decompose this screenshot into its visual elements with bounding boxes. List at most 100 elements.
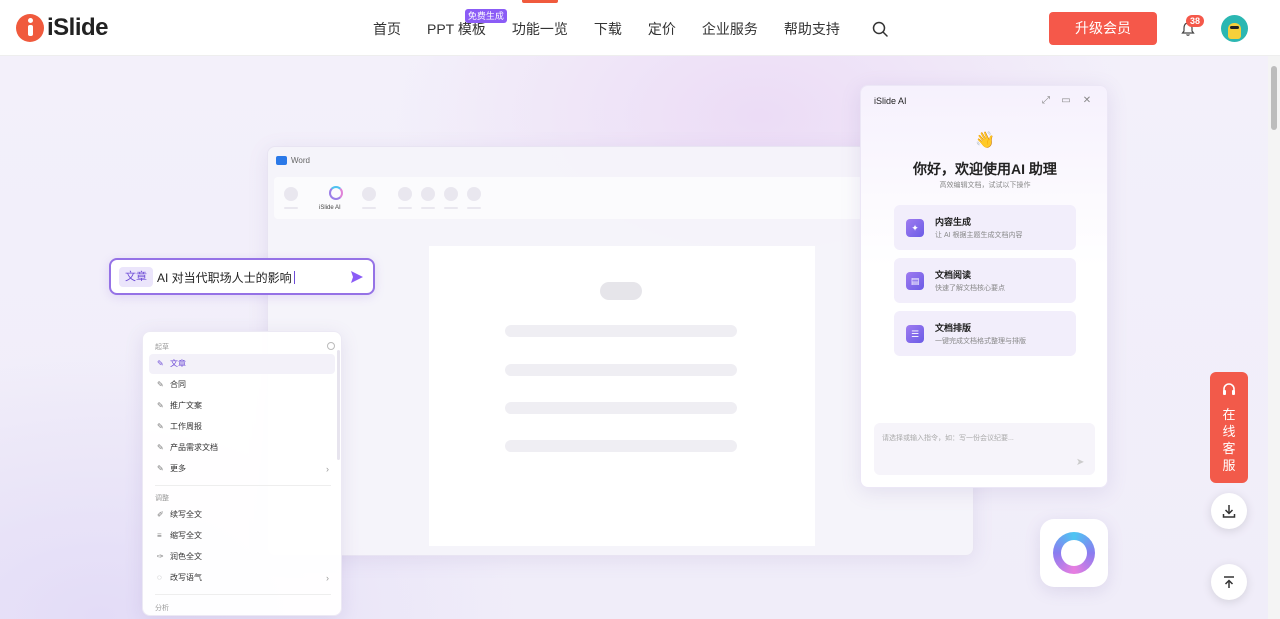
- menu-divider: [155, 594, 331, 595]
- logo[interactable]: iSlide: [16, 14, 109, 42]
- nav-download[interactable]: 下载: [581, 0, 635, 56]
- scrollbar-thumb[interactable]: [1271, 66, 1277, 130]
- document-read-icon: ▤: [906, 272, 924, 290]
- text-caret: [293, 271, 295, 284]
- send-icon[interactable]: [349, 269, 365, 285]
- ribbon-placeholder-label: [362, 207, 376, 209]
- menu-item-label: 改写语气: [170, 573, 202, 582]
- nav-download-label: 下载: [593, 21, 622, 37]
- menu-item-article[interactable]: ✎ 文章: [149, 354, 335, 374]
- menu-item-polish[interactable]: ✑ 润色全文: [149, 547, 335, 567]
- card-document-layout[interactable]: ☰ 文档排版 一键完成文档格式整理与排版: [894, 311, 1076, 356]
- nav-enterprise[interactable]: 企业服务: [689, 0, 771, 56]
- layout-icon: ☰: [906, 325, 924, 343]
- nav-enterprise-label: 企业服务: [701, 21, 758, 37]
- menu-item-promo-copy[interactable]: ✎ 推广文案: [149, 396, 335, 416]
- islide-ai-ribbon-icon[interactable]: [329, 186, 343, 200]
- page-text-placeholder: [505, 440, 737, 452]
- polish-icon: ✑: [157, 552, 164, 561]
- ribbon-placeholder-icon: [467, 187, 481, 201]
- arrow-up-icon: [1224, 576, 1234, 588]
- ribbon-placeholder-icon: [421, 187, 435, 201]
- ribbon-placeholder-label: [284, 207, 298, 209]
- upgrade-member-button[interactable]: 升级会员: [1049, 12, 1157, 45]
- menu-scrollbar[interactable]: [337, 350, 340, 460]
- chat-icon: ◌: [157, 573, 162, 582]
- pen-icon: ✎: [157, 401, 164, 410]
- nav-home[interactable]: 首页: [360, 0, 414, 56]
- pen-icon: ✎: [157, 359, 164, 368]
- nav-pricing-label: 定价: [647, 21, 676, 37]
- expand-icon[interactable]: ⤢: [1041, 96, 1051, 106]
- menu-item-more[interactable]: ✎ 更多 ›: [149, 459, 335, 479]
- nav-home-label: 首页: [373, 21, 401, 37]
- menu-item-prd[interactable]: ✎ 产品需求文档: [149, 438, 335, 458]
- ai-command-menu: 起草 ✎ 文章 ✎ 合同 ✎ 推广文案 ✎ 工作周报 ✎ 产品需求文档 ✎ 更多…: [142, 331, 342, 616]
- card-title: 文档排版: [935, 323, 972, 333]
- nav-ppt-templates-label: PPT 模板: [427, 21, 486, 37]
- card-title: 文档阅读: [935, 270, 972, 280]
- ai-greeting: 你好，欢迎使用AI 助理: [913, 161, 1057, 177]
- card-desc: 一键完成文档格式整理与排版: [935, 338, 1026, 345]
- card-content-generation[interactable]: ✦ 内容生成 让 AI 根据主题生成文档内容: [894, 205, 1076, 250]
- headset-icon: [1223, 383, 1235, 395]
- online-service-label: 在线客服: [1222, 407, 1236, 473]
- menu-item-contract[interactable]: ✎ 合同: [149, 375, 335, 395]
- menu-divider: [155, 485, 331, 486]
- menu-item-tone[interactable]: ◌ 改写语气 ›: [149, 568, 335, 588]
- ribbon-placeholder-icon: [444, 187, 458, 201]
- islide-ai-launcher[interactable]: [1040, 519, 1108, 587]
- scrollbar-track[interactable]: [1268, 56, 1280, 619]
- ribbon-placeholder-icon: [284, 187, 298, 201]
- sidebar-toggle-icon[interactable]: ▭: [1061, 96, 1071, 106]
- pen-icon: ✎: [157, 464, 164, 473]
- download-button[interactable]: [1211, 493, 1247, 529]
- edit-icon: ✐: [157, 510, 164, 519]
- menu-section-analyze: 分析: [155, 605, 169, 612]
- nav-features[interactable]: 功能一览: [499, 0, 581, 56]
- page-text-placeholder: [505, 402, 737, 414]
- prompt-type-tag[interactable]: 文章: [119, 267, 153, 287]
- menu-item-label: 更多: [170, 464, 186, 473]
- ribbon-placeholder-icon: [362, 187, 376, 201]
- user-avatar[interactable]: [1221, 15, 1248, 42]
- prompt-text-value: AI 对当代职场人士的影响: [157, 271, 292, 285]
- shorten-icon: ≡: [157, 531, 162, 540]
- nav-help[interactable]: 帮助支持: [771, 0, 853, 56]
- notification-badge: 38: [1186, 15, 1205, 27]
- online-service-button[interactable]: 在线客服: [1210, 372, 1248, 483]
- search-icon[interactable]: [872, 21, 888, 37]
- download-icon: [1222, 505, 1236, 518]
- card-desc: 快速了解文档核心要点: [935, 285, 1005, 292]
- card-desc: 让 AI 根据主题生成文档内容: [935, 232, 1023, 239]
- site-header: iSlide 首页 PPT 模板 免费生成 功能一览 下载 定价 企业服务 帮助…: [0, 0, 1280, 56]
- word-title: Word: [291, 156, 310, 165]
- menu-item-weekly-report[interactable]: ✎ 工作周报: [149, 417, 335, 437]
- ribbon-placeholder-label: [398, 207, 412, 209]
- menu-item-label: 推广文案: [170, 401, 202, 410]
- pen-icon: ✎: [157, 380, 164, 389]
- islide-ai-logo-icon: [1053, 532, 1095, 574]
- send-icon[interactable]: ➤: [1076, 457, 1084, 468]
- ribbon-placeholder-icon: [398, 187, 412, 201]
- menu-item-shorten[interactable]: ≡ 缩写全文: [149, 526, 335, 546]
- main-nav: 首页 PPT 模板 免费生成 功能一览 下载 定价 企业服务 帮助支持: [360, 0, 853, 56]
- page-text-placeholder: [505, 364, 737, 376]
- nav-ppt-templates[interactable]: PPT 模板 免费生成: [414, 0, 507, 56]
- islide-ai-ribbon-label: iSlide AI: [319, 205, 341, 211]
- close-icon[interactable]: ✕: [1082, 96, 1092, 106]
- back-to-top-button[interactable]: [1211, 564, 1247, 600]
- prompt-text[interactable]: AI 对当代职场人士的影响: [157, 269, 295, 286]
- ribbon-placeholder-label: [421, 207, 435, 209]
- ai-prompt-input[interactable]: 文章 AI 对当代职场人士的影响: [109, 258, 375, 295]
- menu-item-continue[interactable]: ✐ 续写全文: [149, 505, 335, 525]
- chevron-right-icon: ›: [326, 573, 329, 583]
- ai-subtitle: 高效编辑文档，试试以下操作: [939, 182, 1031, 189]
- add-icon[interactable]: [327, 342, 335, 350]
- card-document-reading[interactable]: ▤ 文档阅读 快速了解文档核心要点: [894, 258, 1076, 303]
- nav-pricing[interactable]: 定价: [635, 0, 689, 56]
- menu-section-adjust: 调整: [155, 495, 169, 502]
- ai-command-input[interactable]: 请选择或输入指令，如：写一份会议纪要... ➤: [874, 423, 1095, 475]
- ribbon-placeholder-label: [444, 207, 458, 209]
- menu-item-label: 工作周报: [170, 422, 202, 431]
